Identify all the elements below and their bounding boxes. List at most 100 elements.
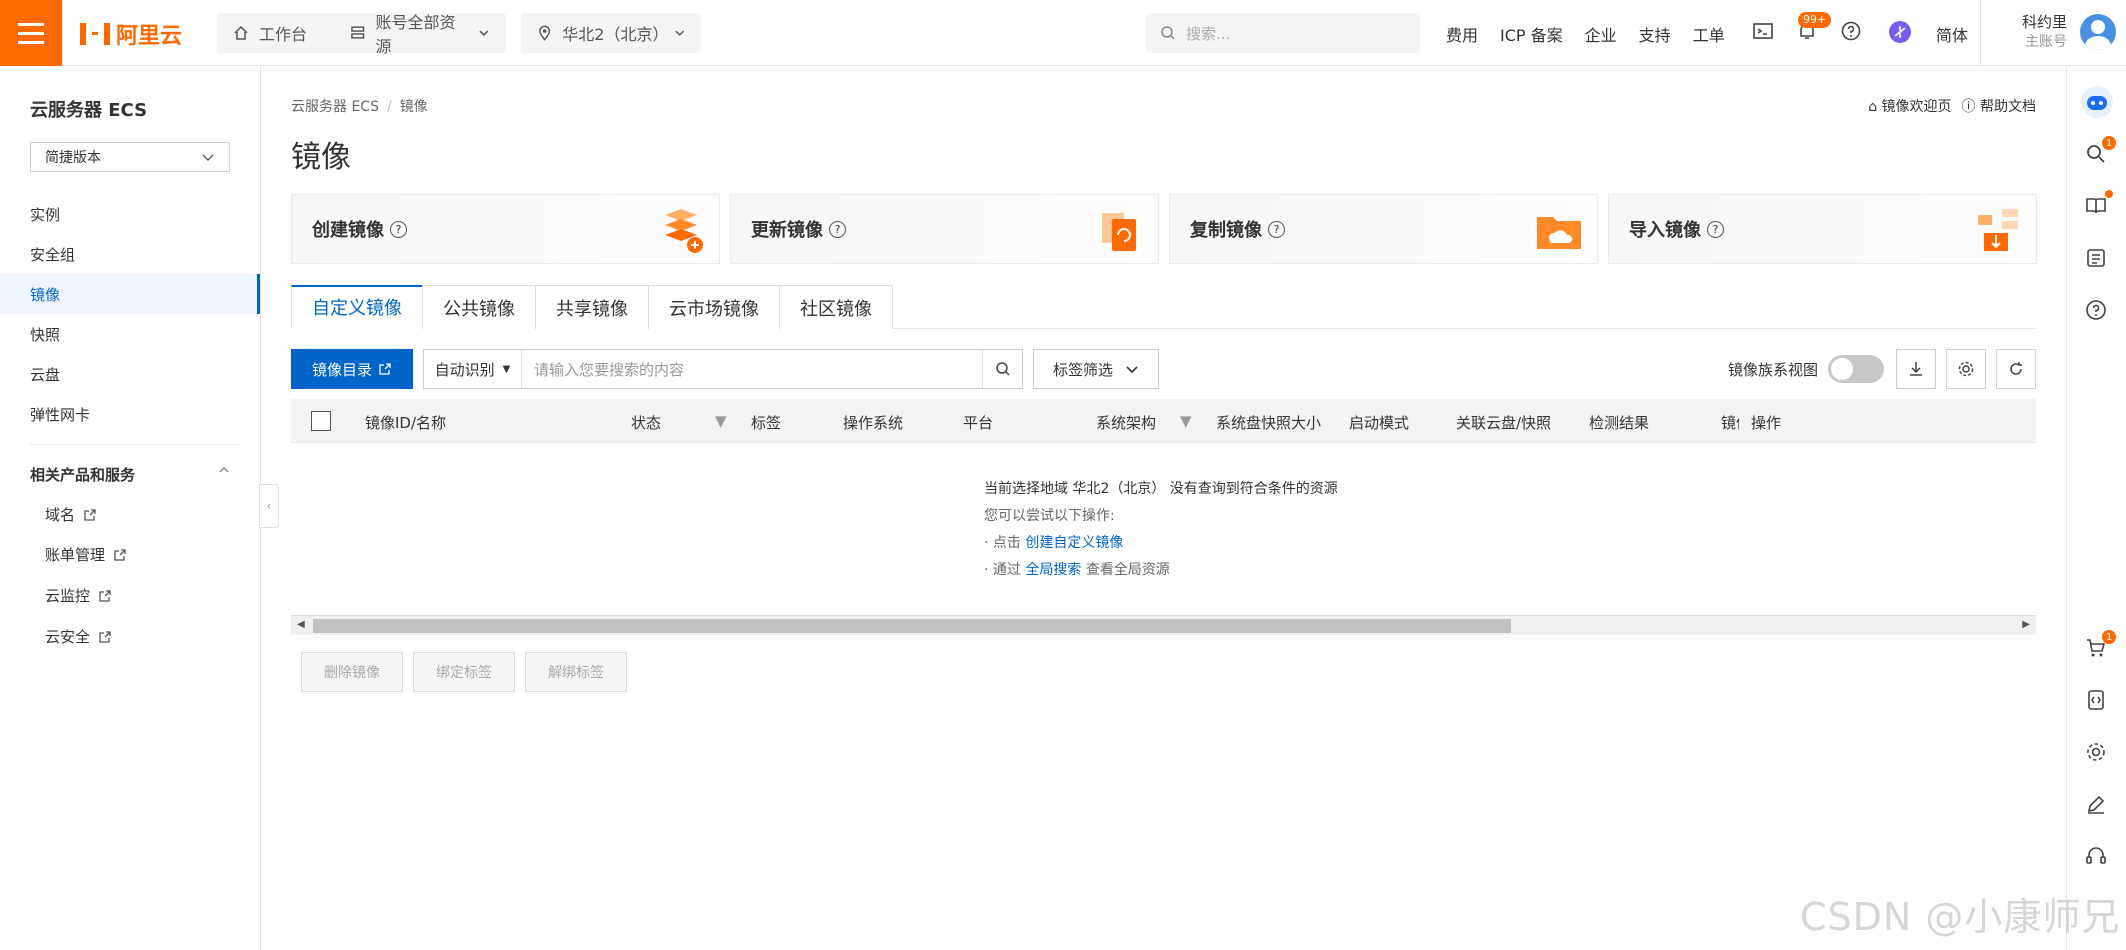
scrollbar-thumb[interactable] (313, 619, 1511, 633)
sidebar-item-eni[interactable]: 弹性网卡 (0, 394, 260, 434)
sidebar-collapse-button[interactable]: ‹ (259, 484, 279, 528)
question-icon[interactable]: ? (1268, 220, 1285, 238)
download-icon (1910, 362, 1922, 376)
external-link-icon (84, 508, 96, 521)
nav-link-icp[interactable]: ICP 备案 (1500, 22, 1563, 46)
table-search-button[interactable] (982, 350, 1022, 388)
global-search-link[interactable]: 全局搜索 (1025, 562, 1081, 578)
nav-link-support[interactable]: 支持 (1639, 22, 1671, 46)
menu-icon[interactable] (0, 0, 62, 66)
question-icon[interactable]: ? (1707, 220, 1724, 238)
question-icon[interactable]: ? (390, 220, 407, 238)
external-link-icon (379, 363, 391, 375)
sidebar-item-instances[interactable]: 实例 (0, 194, 260, 234)
code-icon[interactable] (2084, 688, 2108, 712)
gear-icon[interactable] (2084, 740, 2108, 764)
language-switch[interactable]: 简体 (1936, 22, 1968, 46)
edit-icon[interactable] (2084, 792, 2108, 816)
card-import-image[interactable]: 导入镜像? (1608, 194, 2037, 264)
filter-icon[interactable]: ▼ (715, 412, 727, 430)
tab-community-images[interactable]: 社区镜像 (779, 285, 893, 329)
tab-custom-images[interactable]: 自定义镜像 (291, 285, 423, 329)
sidebar-item-snapshots[interactable]: 快照 (0, 314, 260, 354)
tag-filter-select[interactable]: 标签筛选 (1033, 349, 1159, 389)
help-icon[interactable] (1840, 20, 1862, 42)
resource-scope-select[interactable]: 账号全部资源 (334, 13, 506, 56)
breadcrumb-ecs[interactable]: 云服务器 ECS (291, 99, 379, 115)
question-icon[interactable]: ? (829, 220, 846, 238)
right-tool-bar: 1 1 (2066, 66, 2126, 950)
horizontal-scrollbar[interactable]: ◀ ▶ (291, 615, 2036, 635)
help-icon[interactable] (2084, 298, 2108, 322)
home-icon (234, 25, 248, 40)
sidebar-item-security-group[interactable]: 安全组 (0, 234, 260, 274)
scroll-left-arrow-icon[interactable]: ◀ (297, 619, 305, 630)
export-button[interactable] (1896, 349, 1936, 389)
related-products-section[interactable]: 相关产品和服务 (30, 464, 230, 485)
user-info[interactable]: 科约里 主账号 (2022, 12, 2067, 52)
delete-image-button[interactable]: 删除镜像 (301, 652, 403, 692)
sidebar-item-images[interactable]: 镜像 (0, 274, 260, 314)
nav-link-enterprise[interactable]: 企业 (1585, 22, 1617, 46)
scroll-right-arrow-icon[interactable]: ▶ (2022, 619, 2030, 630)
image-catalog-button[interactable]: 镜像目录 (291, 349, 413, 389)
card-update-image[interactable]: 更新镜像? (730, 194, 1159, 264)
sidebar-item-label: 快照 (30, 325, 61, 344)
version-select[interactable]: 简捷版本 (30, 142, 230, 172)
ai-assistant-icon[interactable] (1888, 20, 1912, 44)
assistant-robot-icon[interactable] (2079, 84, 2115, 120)
book-icon[interactable] (2084, 194, 2108, 218)
gear-icon (1958, 361, 1974, 377)
top-nav-links: 费用 ICP 备案 企业 支持 工单 (1446, 22, 1747, 46)
welcome-page-link[interactable]: ⌂ 镜像欢迎页 (1868, 96, 1951, 116)
nav-link-fees[interactable]: 费用 (1446, 22, 1478, 46)
sidebar-item-disks[interactable]: 云盘 (0, 354, 260, 394)
related-link-security[interactable]: 云安全 (45, 626, 112, 647)
column-snapshot-size: 系统盘快照大小 (1216, 414, 1322, 432)
related-link-billing[interactable]: 账单管理 (45, 544, 127, 565)
tab-public-images[interactable]: 公共镜像 (422, 285, 536, 329)
region-label: 华北2（北京） (562, 25, 669, 44)
card-label: 复制镜像 (1190, 220, 1262, 241)
family-view-toggle[interactable] (1828, 355, 1884, 383)
location-icon (539, 25, 551, 41)
image-table-header: 镜像ID/名称 状态 ▼ 标签 操作系统 平台 系统架构 ▼ 系统盘快照大小 启… (291, 399, 2036, 443)
table-toolbar: 镜像目录 自动识别 ▼ 请输入您要搜索的内容 标签筛选 镜像族系视图 (291, 349, 2036, 389)
help-docs-link[interactable]: ⓘ 帮助文档 (1962, 96, 2036, 116)
tab-shared-images[interactable]: 共享镜像 (535, 285, 649, 329)
table-search-box: 自动识别 ▼ 请输入您要搜索的内容 (423, 349, 1023, 389)
search-mode-select[interactable]: 自动识别 ▼ (424, 350, 522, 388)
card-create-image[interactable]: 创建镜像? (291, 194, 720, 264)
filter-icon[interactable]: ▼ (1180, 412, 1192, 430)
terminal-icon[interactable] (1752, 20, 1774, 42)
table-search-input[interactable]: 请输入您要搜索的内容 (522, 359, 982, 380)
related-link-monitor[interactable]: 云监控 (45, 585, 112, 606)
empty-state-action-create: · 点击 创建自定义镜像 (984, 535, 1124, 551)
unbind-tag-button[interactable]: 解绑标签 (525, 652, 627, 692)
headset-icon[interactable] (2084, 844, 2108, 868)
empty-state-action-search: · 通过 全局搜索 查看全局资源 (984, 562, 1170, 578)
bind-tag-button[interactable]: 绑定标签 (413, 652, 515, 692)
sidebar-title: 云服务器 ECS (30, 100, 148, 121)
user-name: 科约里 (2022, 13, 2068, 31)
global-search-input[interactable]: 搜索... (1146, 13, 1420, 53)
related-products-title: 相关产品和服务 (30, 466, 136, 484)
create-custom-image-link[interactable]: 创建自定义镜像 (1025, 535, 1123, 551)
column-os: 操作系统 (843, 414, 904, 432)
workbench-button[interactable]: 工作台 (217, 13, 345, 53)
list-icon[interactable] (2084, 246, 2108, 270)
aliyun-logo[interactable]: 阿里云 (80, 18, 182, 50)
tab-marketplace-images[interactable]: 云市场镜像 (648, 285, 780, 329)
sidebar: 云服务器 ECS 简捷版本 实例 安全组 镜像 快照 云盘 弹性网卡 相关产品和… (0, 66, 261, 950)
region-select[interactable]: 华北2（北京） (521, 13, 701, 53)
related-link-domain[interactable]: 域名 (45, 504, 97, 525)
nav-link-ticket[interactable]: 工单 (1693, 22, 1725, 46)
related-link-label: 域名 (45, 506, 76, 524)
column-settings-button[interactable] (1946, 349, 1986, 389)
chevron-down-icon (1126, 366, 1138, 374)
refresh-button[interactable] (1996, 349, 2036, 389)
card-copy-image[interactable]: 复制镜像? (1169, 194, 1598, 264)
card-label: 更新镜像 (751, 220, 823, 241)
avatar[interactable] (2080, 14, 2116, 50)
select-all-checkbox[interactable] (311, 411, 331, 431)
